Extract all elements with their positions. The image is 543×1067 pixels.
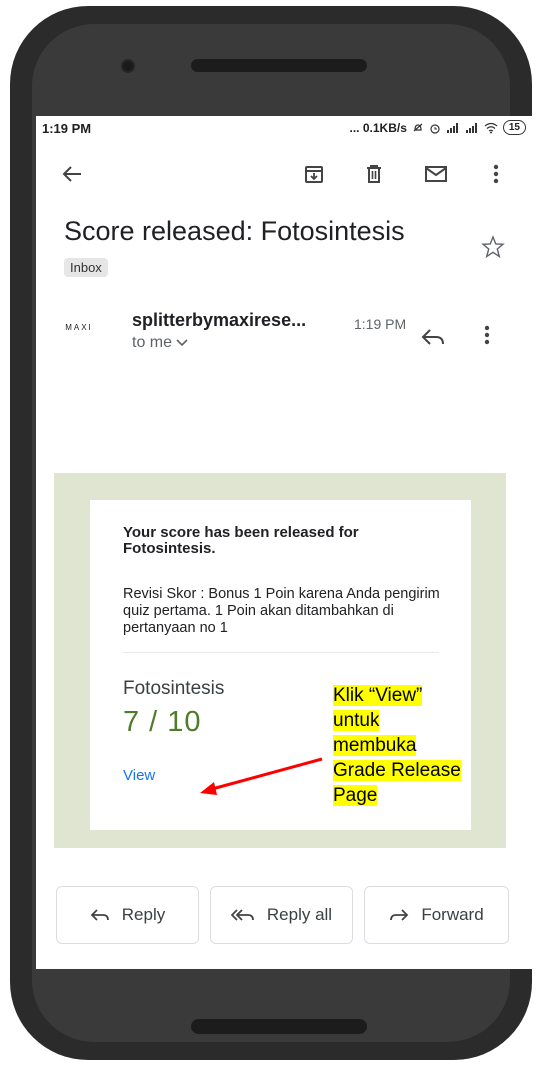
- reply-arrow-icon: [90, 909, 109, 921]
- speaker-grill: [191, 59, 367, 72]
- forward-arrow-icon: [390, 909, 409, 921]
- reply-all-icon: [230, 909, 254, 921]
- home-bar: [191, 1019, 367, 1034]
- reply-button[interactable]: Reply: [56, 886, 199, 944]
- forward-button[interactable]: Forward: [364, 886, 509, 944]
- camera: [123, 61, 133, 71]
- reply-all-button[interactable]: Reply all: [210, 886, 353, 944]
- action-bar: Reply Reply all Forward: [36, 848, 532, 969]
- annotation-arrow: [200, 757, 323, 795]
- phone-screen: 1:19 PM ... 0.1KB/s 15 Score released: F…: [36, 116, 532, 969]
